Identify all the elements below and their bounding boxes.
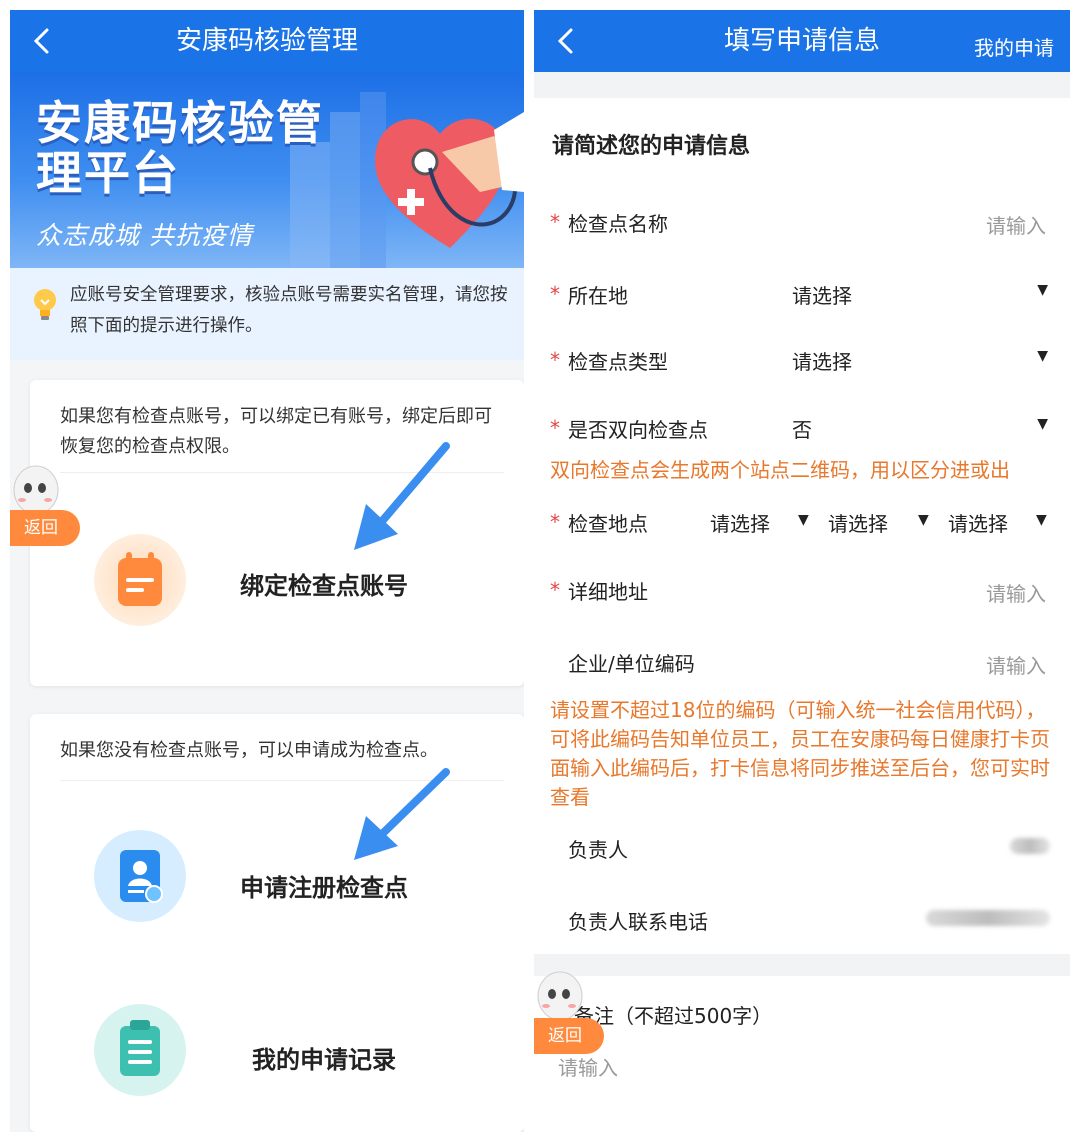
arrow-down-left-icon [354, 768, 450, 860]
required-mark: * [550, 578, 560, 602]
checkpoint-type-select[interactable]: * 检查点类型 请选择 ▼ [534, 342, 1070, 382]
triangle-down-icon[interactable]: ▼ [918, 512, 929, 528]
org-code-input[interactable]: 请输入 [986, 650, 1046, 679]
bidirectional-warning: 双向检查点会生成两个站点二维码，用以区分进或出 [550, 458, 1010, 482]
address-field[interactable]: * 详细地址 请输入 [534, 572, 1070, 612]
location-value[interactable]: 请选择 [792, 280, 852, 309]
required-mark: * [550, 282, 560, 306]
site-district-select[interactable]: 请选择 [948, 508, 1008, 537]
right-nav-bar: 填写申请信息 我的申请 [534, 10, 1070, 72]
field-label: 企业/单位编码 [568, 652, 695, 676]
arrow-down-left-icon [354, 442, 450, 550]
org-code-warning: 请设置不超过18位的编码（可输入统一社会信用代码），可将此编码告知单位员工，员工… [550, 698, 1050, 809]
remark-label: 备注（不超过500字） [574, 1004, 773, 1028]
blurred-value [1010, 838, 1050, 854]
field-label: 详细地址 [568, 580, 648, 604]
site-city-select[interactable]: 请选择 [828, 508, 888, 537]
bidirectional-value[interactable]: 否 [792, 414, 812, 443]
checkpoint-type-value[interactable]: 请选择 [792, 346, 852, 375]
bidirectional-select[interactable]: * 是否双向检查点 否 ▼ [534, 410, 1070, 450]
banner-slogan: 众志成城 共抗疫情 [36, 221, 253, 250]
manager-field[interactable]: 负责人 [534, 830, 1070, 870]
triangle-down-icon[interactable]: ▼ [1037, 348, 1048, 364]
triangle-down-icon[interactable]: ▼ [1037, 282, 1048, 298]
id-card-icon[interactable] [94, 830, 186, 922]
notice-box: 应账号安全管理要求，核验点账号需要实名管理，请您按照下面的提示进行操作。 [10, 268, 524, 360]
field-label: 所在地 [568, 284, 628, 308]
required-mark: * [550, 210, 560, 234]
right-screen: 填写申请信息 我的申请 请简述您的申请信息 * 检查点名称 请输入 * 所在地 … [534, 10, 1070, 1132]
checkpoint-name-input[interactable]: 请输入 [986, 210, 1046, 239]
triangle-down-icon[interactable]: ▼ [1036, 512, 1047, 528]
field-label: 是否双向检查点 [568, 418, 708, 442]
field-label: 检查点类型 [568, 350, 668, 374]
required-mark: * [550, 348, 560, 372]
my-applications-button[interactable]: 我的申请记录 [252, 1040, 396, 1075]
address-input[interactable]: 请输入 [986, 578, 1046, 607]
left-screen: 安康码核验管理 安康码核验管理平台 众志成城 共抗疫情 应账号安全管理要求，核验… [10, 10, 524, 1132]
notice-text: 应账号安全管理要求，核验点账号需要实名管理，请您按照下面的提示进行操作。 [70, 285, 508, 336]
register-checkpoint-button[interactable]: 申请注册检查点 [240, 868, 408, 903]
location-select[interactable]: * 所在地 请选择 ▼ [534, 276, 1070, 316]
left-nav-title: 安康码核验管理 [175, 26, 358, 56]
field-label: 负责人 [568, 838, 628, 862]
clipboard-list-icon[interactable] [94, 1004, 186, 1096]
divider [534, 954, 1070, 976]
field-label: 负责人联系电话 [568, 910, 708, 934]
site-select-group[interactable]: * 检查地点 请选择 ▼ 请选择 ▼ 请选择 ▼ [534, 504, 1070, 544]
left-nav-bar: 安康码核验管理 [10, 10, 524, 72]
org-code-field[interactable]: 企业/单位编码 请输入 [534, 644, 1070, 684]
banner: 安康码核验管理平台 众志成城 共抗疫情 [10, 72, 524, 268]
required-mark: * [550, 510, 560, 534]
triangle-down-icon[interactable]: ▼ [1037, 416, 1048, 432]
notepad-icon[interactable] [94, 534, 186, 626]
field-label: 检查地点 [568, 512, 648, 536]
my-applications-link[interactable]: 我的申请 [974, 32, 1054, 61]
lightbulb-icon [32, 288, 58, 324]
blurred-value [926, 910, 1050, 926]
section-title: 请简述您的申请信息 [552, 134, 751, 159]
phone-field[interactable]: 负责人联系电话 [534, 902, 1070, 942]
bind-account-button[interactable]: 绑定检查点账号 [240, 566, 408, 601]
banner-title: 安康码核验管理平台 [36, 96, 324, 200]
field-label: 检查点名称 [568, 212, 668, 236]
triangle-down-icon[interactable]: ▼ [798, 512, 809, 528]
required-mark: * [550, 416, 560, 440]
checkpoint-name-field[interactable]: * 检查点名称 请输入 [534, 204, 1070, 244]
return-button[interactable]: 返回 [534, 1018, 604, 1054]
site-province-select[interactable]: 请选择 [710, 508, 770, 537]
register-tip: 如果您没有检查点账号，可以申请成为检查点。 [60, 740, 438, 761]
remark-input[interactable]: 请输入 [558, 1052, 618, 1081]
return-button[interactable]: 返回 [10, 510, 80, 546]
divider [534, 72, 1070, 98]
